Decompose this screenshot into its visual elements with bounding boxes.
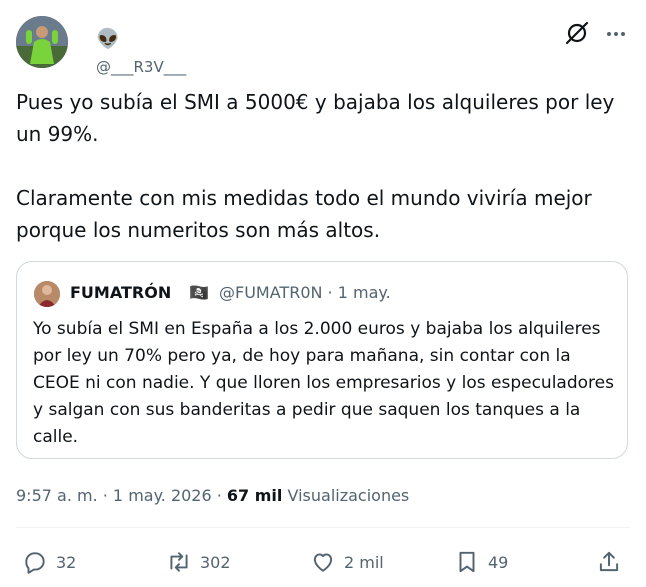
repost-icon xyxy=(170,552,188,572)
avatar[interactable] xyxy=(16,16,68,68)
views-count: 67 mil xyxy=(226,486,283,505)
grok-icon[interactable] xyxy=(562,18,592,48)
quote-display-name: FUMATRÓN xyxy=(70,283,172,302)
timestamp[interactable]: 9:57 a. m. · 1 may. 2026 · xyxy=(16,486,222,505)
quoted-tweet[interactable]: FUMATRÓN 🏴‍☠️ @FUMATR0N · 1 may. Yo subí… xyxy=(16,261,628,459)
repost-count: 302 xyxy=(200,552,231,572)
bookmark-icon xyxy=(459,551,475,573)
bookmark-button[interactable]: 49 xyxy=(454,545,508,579)
action-bar: 32 302 2 mil 49 xyxy=(16,545,626,579)
share-button[interactable] xyxy=(596,545,622,579)
like-count: 2 mil xyxy=(344,552,384,572)
handle[interactable]: @___R3V___ xyxy=(96,58,186,76)
tweet-text: Pues yo subía el SMI a 5000€ y bajaba lo… xyxy=(16,86,624,246)
like-button[interactable]: 2 mil xyxy=(310,545,384,579)
more-icon[interactable] xyxy=(602,20,630,48)
reply-icon xyxy=(25,552,45,574)
tweet-paragraph: Claramente con mis medidas todo el mundo… xyxy=(16,186,592,242)
tweet-header: 👽 @___R3V___ xyxy=(16,14,630,76)
repost-button[interactable]: 302 xyxy=(166,545,231,579)
quote-handle-date: @FUMATR0N · 1 may. xyxy=(219,283,391,302)
heart-icon xyxy=(313,553,333,572)
divider xyxy=(16,527,630,528)
views-label: Visualizaciones xyxy=(287,486,410,505)
pirate-flag-icon: 🏴‍☠️ xyxy=(189,283,209,302)
quote-avatar xyxy=(34,281,60,307)
display-name[interactable]: 👽 xyxy=(96,29,120,49)
quote-text: Yo subía el SMI en España a los 2.000 eu… xyxy=(33,319,614,447)
tweet-paragraph: Pues yo subía el SMI a 5000€ y bajaba lo… xyxy=(16,90,615,146)
reply-count: 32 xyxy=(56,552,77,572)
reply-button[interactable]: 32 xyxy=(22,545,76,579)
tweet-meta: 9:57 a. m. · 1 may. 2026 · 67 mil Visual… xyxy=(16,486,409,505)
share-icon xyxy=(599,551,619,572)
bookmark-count: 49 xyxy=(488,552,509,572)
